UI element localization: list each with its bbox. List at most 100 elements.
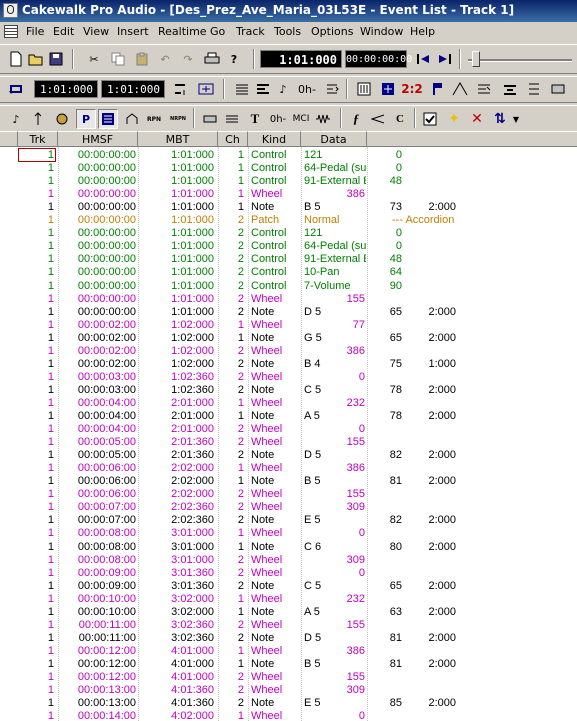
markers-view-icon[interactable] [427,79,447,99]
menu-edit[interactable]: Edit [53,25,74,38]
event-row[interactable]: 1 00:00:11:00 3:02:360 2 Wheel 155 [0,619,577,632]
event-row[interactable]: 1 00:00:09:00 3:01:360 2 Wheel 0 [0,567,577,580]
col-header-trk[interactable]: Trk [18,131,58,147]
event-row[interactable]: 1 00:00:00:00 1:01:000 1 Control 121 0 [0,149,577,162]
cell-hmsf[interactable]: 00:00:02:00 [62,345,136,358]
cell-data-2[interactable] [370,293,402,306]
cell-hmsf[interactable]: 00:00:04:00 [62,423,136,436]
cell-mbt[interactable]: 1:02:000 [140,345,214,358]
now-time-mbt-display[interactable]: 1:01:000 [260,50,342,68]
cell-data-1[interactable]: 121 [304,227,366,240]
cell-data-3[interactable] [410,554,456,567]
cell-trk[interactable]: 1 [18,384,54,397]
cell-mbt[interactable]: 4:01:360 [140,697,214,710]
cell-kind[interactable]: Control [251,162,301,175]
cell-data-2[interactable] [370,710,402,721]
cell-data-1[interactable]: 386 [304,188,365,201]
cell-mbt[interactable]: 1:02:360 [140,371,214,384]
cell-data-1[interactable]: B 5 [304,201,366,214]
cell-kind[interactable]: Note [251,410,301,423]
cell-trk[interactable]: 1 [18,684,54,697]
cell-data-3[interactable] [410,214,456,227]
cell-data-2[interactable]: 65 [370,332,402,345]
cell-data-1[interactable]: D 5 [304,306,366,319]
cell-kind[interactable]: Wheel [251,645,301,658]
cell-data-1[interactable]: 7-Volume [304,280,366,293]
sort-events-icon[interactable]: ⇅ [490,109,510,129]
event-row[interactable]: 1 00:00:04:00 2:01:000 2 Wheel 0 [0,423,577,436]
cell-hmsf[interactable]: 00:00:00:00 [62,162,136,175]
filter-controller-icon[interactable] [52,109,72,129]
cell-kind[interactable]: Wheel [251,527,301,540]
redo-icon[interactable]: ↷ [178,49,198,69]
cell-trk[interactable]: 1 [18,527,54,540]
cell-ch[interactable]: 2 [226,436,244,449]
cell-trk[interactable]: 1 [18,410,54,423]
cell-data-3[interactable] [410,240,456,253]
app-icon[interactable] [3,3,18,18]
rewind-to-start-icon[interactable] [413,49,433,69]
cell-data-3[interactable] [410,671,456,684]
event-row[interactable]: 1 00:00:00:00 1:01:000 2 Control 10-Pan 64 [0,266,577,279]
cell-hmsf[interactable]: 00:00:00:00 [62,280,136,293]
cell-mbt[interactable]: 2:02:000 [140,462,214,475]
cell-data-2[interactable]: 90 [370,280,402,293]
event-row[interactable]: 1 00:00:07:00 2:02:360 2 Note E 5 82 2:000 [0,514,577,527]
cell-mbt[interactable]: 1:02:000 [140,332,214,345]
event-row[interactable]: 1 00:00:08:00 3:01:000 2 Wheel 309 [0,554,577,567]
cell-ch[interactable]: 2 [226,671,244,684]
event-row[interactable]: 1 00:00:05:00 2:01:360 2 Wheel 155 [0,436,577,449]
cell-kind[interactable]: Wheel [251,423,301,436]
cell-hmsf[interactable]: 00:00:00:00 [62,214,136,227]
cell-data-1[interactable]: 91-External E [304,253,366,266]
sysx-view-icon[interactable] [548,79,568,99]
event-row[interactable]: 1 00:00:06:00 2:02:000 1 Note B 5 81 2:000 [0,475,577,488]
cell-kind[interactable]: Note [251,606,301,619]
cell-hmsf[interactable]: 00:00:08:00 [62,541,136,554]
cell-hmsf[interactable]: 00:00:00:00 [62,188,136,201]
cell-ch[interactable]: 2 [226,514,244,527]
cell-ch[interactable]: 2 [226,227,244,240]
cell-ch[interactable]: 1 [226,175,244,188]
event-row[interactable]: 1 00:00:06:00 2:02:000 1 Wheel 386 [0,462,577,475]
cell-kind[interactable]: Wheel [251,684,301,697]
cell-data-3[interactable] [410,345,456,358]
cell-ch[interactable]: 2 [226,488,244,501]
cell-trk[interactable]: 1 [18,645,54,658]
cell-kind[interactable]: Note [251,697,301,710]
filter-expression-button[interactable]: ƒ [346,109,366,129]
cell-data-1[interactable]: 121 [304,149,366,162]
cell-data-2[interactable]: 48 [370,175,402,188]
col-header-data[interactable]: Data [301,131,367,147]
cell-trk[interactable]: 1 [18,371,54,384]
cell-trk[interactable]: 1 [18,293,54,306]
cell-hmsf[interactable]: 00:00:10:00 [62,593,136,606]
menu-help[interactable]: Help [410,25,435,38]
cell-data-1[interactable]: C 5 [304,384,366,397]
cell-hmsf[interactable]: 00:00:13:00 [62,697,136,710]
cell-data-3[interactable] [410,188,456,201]
event-row[interactable]: 1 00:00:02:00 1:02:000 2 Note B 4 75 1:000 [0,358,577,371]
cell-hmsf[interactable]: 00:00:00:00 [62,266,136,279]
filter-note-icon[interactable]: ♪ [6,109,26,129]
cell-data-3[interactable]: 2:000 [410,606,456,619]
controllers-view-icon[interactable]: 0h- [294,79,320,99]
event-row[interactable]: 1 00:00:00:00 1:01:000 1 Note B 5 73 2:000 [0,201,577,214]
track-view-icon[interactable] [232,79,252,99]
cell-ch[interactable]: 1 [226,606,244,619]
cell-mbt[interactable]: 1:02:000 [140,319,214,332]
cell-ch[interactable]: 2 [226,266,244,279]
cell-data-3[interactable] [410,293,456,306]
cell-hmsf[interactable]: 00:00:04:00 [62,397,136,410]
cell-ch[interactable]: 2 [226,423,244,436]
cell-data-2[interactable]: 64 [370,266,402,279]
cell-data-3[interactable]: 2:000 [410,201,456,214]
event-row[interactable]: 1 00:00:10:00 3:02:000 1 Wheel 232 [0,593,577,606]
cell-data-2[interactable] [370,593,402,606]
event-row[interactable]: 1 00:00:05:00 2:01:360 2 Note D 5 82 2:000 [0,449,577,462]
cell-data-1[interactable]: 155 [304,619,365,632]
cell-data-2[interactable]: 73 [370,201,402,214]
cell-ch[interactable]: 2 [226,358,244,371]
cell-kind[interactable]: Control [251,149,301,162]
cell-data-3[interactable] [410,501,456,514]
